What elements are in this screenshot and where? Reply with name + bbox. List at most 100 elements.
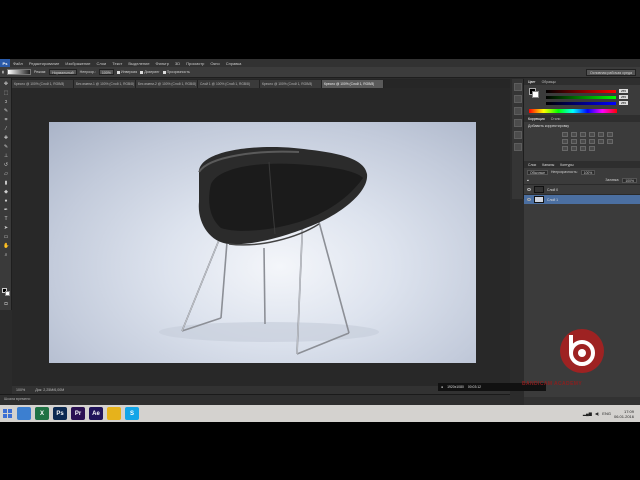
hand-tool-icon[interactable]: ✋ <box>3 244 9 249</box>
character-panel-icon[interactable] <box>514 107 522 115</box>
lasso-tool-icon[interactable]: ↄ <box>3 100 9 105</box>
tab-swatches[interactable]: Образцы <box>542 80 556 84</box>
document-tab-active[interactable]: Кресло @ 100% (Слой 1, RGB/8) <box>322 80 384 88</box>
color-lookup-icon[interactable] <box>598 139 604 144</box>
photo-filter-icon[interactable] <box>580 139 586 144</box>
menu-file[interactable]: Файл <box>10 61 26 66</box>
hue-saturation-icon[interactable] <box>607 132 613 137</box>
threshold-icon[interactable] <box>571 146 577 151</box>
brush-tool-icon[interactable]: ✎ <box>3 145 9 150</box>
mode-select[interactable]: Нормальный <box>49 69 77 75</box>
gradient-picker[interactable] <box>6 69 31 75</box>
start-button[interactable] <box>0 405 15 422</box>
tab-layers[interactable]: Слои <box>528 163 536 167</box>
lock-icon[interactable]: 🔒︎ <box>527 178 529 182</box>
color-balance-icon[interactable] <box>562 139 568 144</box>
red-slider[interactable] <box>546 90 616 93</box>
visibility-eye-icon[interactable] <box>527 188 531 191</box>
document-tab[interactable]: Без имени-2 @ 100% (Слой 1, RGB/8) <box>136 80 198 88</box>
crop-tool-icon[interactable]: ⌗ <box>3 118 9 123</box>
menu-select[interactable]: Выделение <box>125 61 152 66</box>
tab-color[interactable]: Цвет <box>528 80 536 84</box>
gradient-tool-icon[interactable]: ▮ <box>2 70 4 74</box>
aftereffects-icon[interactable]: Ae <box>89 407 103 420</box>
language-indicator[interactable]: ENG <box>602 411 611 416</box>
blur-tool-icon[interactable]: ◆ <box>3 190 9 195</box>
photoshop-icon[interactable]: Ps <box>53 407 67 420</box>
shape-tool-icon[interactable]: ▭ <box>3 235 9 240</box>
fill-input[interactable]: 100% <box>622 177 637 183</box>
tab-adjustments[interactable]: Коррекция <box>528 117 545 121</box>
blue-value[interactable]: 255 <box>619 101 628 105</box>
tab-paths[interactable]: Контуры <box>560 163 573 167</box>
workspace-select[interactable]: Основная рабочая среда <box>585 68 636 76</box>
reverse-checkbox[interactable]: Инверсия <box>117 70 137 74</box>
menu-help[interactable]: Справка <box>223 61 245 66</box>
menu-layer[interactable]: Слои <box>94 61 110 66</box>
color-spectrum[interactable] <box>529 109 617 113</box>
dither-checkbox[interactable]: Дизеринг <box>140 70 160 74</box>
document-tab[interactable]: Без имени-1 @ 100% (Слой 1, RGB/8) <box>74 80 136 88</box>
exposure-icon[interactable] <box>589 132 595 137</box>
quick-select-tool-icon[interactable]: ✎ <box>3 109 9 114</box>
menu-3d[interactable]: 3D <box>172 61 183 66</box>
blue-slider[interactable] <box>546 102 616 105</box>
history-panel-icon[interactable] <box>514 83 522 91</box>
properties-panel-icon[interactable] <box>514 95 522 103</box>
panel-background-swatch[interactable] <box>532 91 539 98</box>
menu-view[interactable]: Просмотр <box>183 61 207 66</box>
explorer-icon[interactable] <box>17 407 31 420</box>
history-brush-tool-icon[interactable]: ↺ <box>3 163 9 168</box>
gradient-map-icon[interactable] <box>580 146 586 151</box>
brush-panel-icon[interactable] <box>514 131 522 139</box>
zoom-level[interactable]: 100% <box>16 388 25 392</box>
red-value[interactable]: 255 <box>619 89 628 93</box>
chrome-icon[interactable] <box>107 407 121 420</box>
vibrance-icon[interactable] <box>598 132 604 137</box>
visibility-eye-icon[interactable] <box>527 198 531 201</box>
type-tool-icon[interactable]: T <box>3 217 9 222</box>
curves-icon[interactable] <box>580 132 586 137</box>
skype-icon[interactable]: S <box>125 407 139 420</box>
opacity-input[interactable]: 100% <box>98 69 115 75</box>
volume-icon[interactable]: ◀) <box>595 411 599 416</box>
layer-row-selected[interactable]: Слой 1 <box>524 194 640 204</box>
eyedropper-tool-icon[interactable]: ⁄ <box>3 127 9 132</box>
posterize-icon[interactable] <box>562 146 568 151</box>
brightness-icon[interactable] <box>562 132 568 137</box>
dodge-tool-icon[interactable]: ● <box>3 199 9 204</box>
layer-opacity-input[interactable]: 100% <box>580 169 596 175</box>
zoom-tool-icon[interactable]: ⌕ <box>3 253 9 258</box>
timeline-label[interactable]: Шкала времени <box>4 397 30 401</box>
move-tool-icon[interactable]: ✥ <box>3 82 9 87</box>
image-canvas[interactable] <box>49 122 476 363</box>
layer-row[interactable]: Слой 0 <box>524 184 640 194</box>
marquee-tool-icon[interactable]: ⬚ <box>3 91 9 96</box>
document-tab[interactable]: Кресло @ 100% (Слой 1, RGB/8) <box>260 80 322 88</box>
menu-image[interactable]: Изображение <box>62 61 93 66</box>
menu-edit[interactable]: Редактирование <box>26 61 62 66</box>
invert-icon[interactable] <box>607 139 613 144</box>
stamp-tool-icon[interactable]: ⊥ <box>3 154 9 159</box>
network-icon[interactable]: ▂▄▆ <box>583 411 592 416</box>
background-color-swatch[interactable] <box>5 291 10 296</box>
green-value[interactable]: 255 <box>619 95 628 99</box>
menu-type[interactable]: Текст <box>109 61 125 66</box>
premiere-icon[interactable]: Pr <box>71 407 85 420</box>
menu-window[interactable]: Окно <box>207 61 222 66</box>
pen-tool-icon[interactable]: ✒ <box>3 208 9 213</box>
tab-styles[interactable]: Стили <box>551 117 561 121</box>
path-select-tool-icon[interactable]: ➤ <box>3 226 9 231</box>
quick-mask-icon[interactable]: ◘ <box>3 302 9 307</box>
clock[interactable]: 17:09 06.01.2016 <box>614 409 634 419</box>
excel-icon[interactable]: X <box>35 407 49 420</box>
transparency-checkbox[interactable]: Прозрачность <box>162 70 190 74</box>
green-slider[interactable] <box>546 96 616 99</box>
menu-filter[interactable]: Фильтр <box>153 61 172 66</box>
levels-icon[interactable] <box>571 132 577 137</box>
gradient-tool-icon[interactable]: ▮ <box>3 181 9 186</box>
document-tab[interactable]: Слой 1 @ 100% (Слой 1, RGB/8) <box>198 80 260 88</box>
paragraph-panel-icon[interactable] <box>514 119 522 127</box>
document-tab[interactable]: Кресло @ 100% (Слой 1, RGB/8) <box>12 80 74 88</box>
blend-mode-select[interactable]: Обычные <box>527 169 548 175</box>
